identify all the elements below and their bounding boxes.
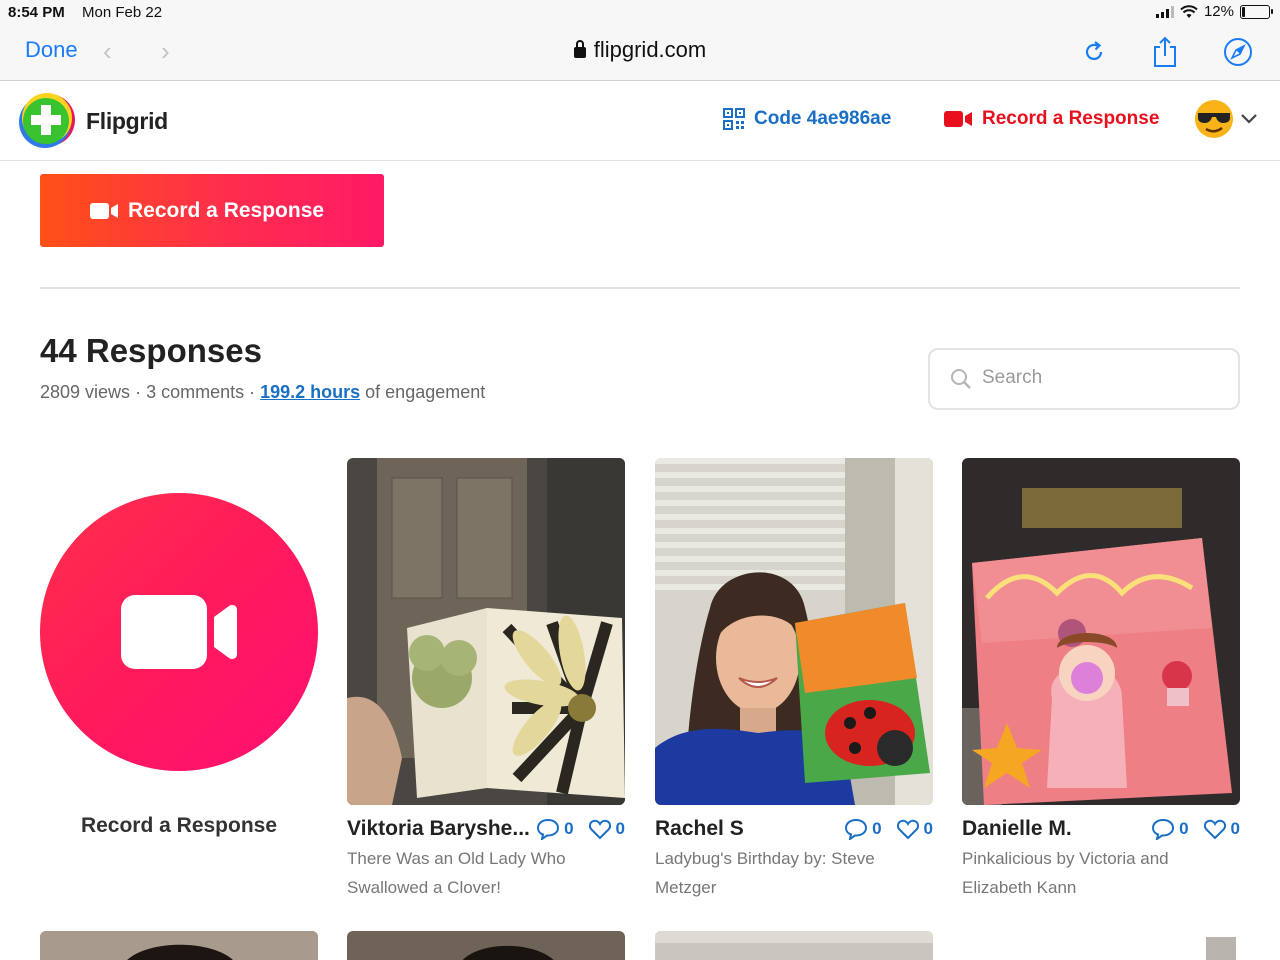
video-camera-icon	[121, 595, 237, 669]
response-author[interactable]: Viktoria Baryshe...	[347, 817, 530, 841]
response-thumbnail[interactable]	[962, 458, 1240, 805]
engagement-stats: 2809 views · 3 comments · 199.2 hours of…	[40, 382, 486, 402]
comment-icon[interactable]	[1151, 818, 1175, 840]
response-description: Ladybug's Birthday by: Steve Metzger	[655, 849, 875, 897]
record-response-label: Record a Response	[128, 198, 325, 222]
flipgrid-logo[interactable]	[18, 91, 76, 149]
like-count: 0	[923, 819, 933, 838]
response-counts: 0 0	[536, 818, 625, 840]
section-divider	[40, 287, 1240, 289]
site-header: Flipgrid Code 4ae986ae Record a Response	[0, 81, 1280, 161]
video-camera-icon	[944, 111, 972, 127]
response-thumbnail[interactable]	[1206, 931, 1240, 960]
record-response-button[interactable]: Record a Response	[40, 174, 384, 247]
join-code-text: Code 4ae986ae	[754, 108, 892, 129]
heart-icon[interactable]	[896, 818, 920, 840]
join-code-link[interactable]: Code 4ae986ae	[723, 108, 891, 130]
search-field[interactable]	[928, 348, 1240, 410]
qr-code-icon	[723, 108, 745, 130]
response-thumbnail[interactable]	[655, 458, 933, 805]
search-icon	[951, 369, 971, 389]
views-count: 2809 views	[40, 382, 131, 402]
video-camera-icon	[90, 202, 118, 219]
response-thumbnail[interactable]	[347, 931, 625, 960]
url-text: flipgrid.com	[593, 37, 707, 62]
response-counts: 0 0	[844, 818, 933, 840]
status-indicators: 12%	[1155, 3, 1273, 20]
signal-icon	[1155, 5, 1174, 18]
heart-icon[interactable]	[1203, 818, 1227, 840]
record-response-tile-label[interactable]: Record a Response	[40, 814, 318, 838]
status-time: 8:54 PM	[8, 4, 65, 21]
responses-title: 44 Responses	[40, 332, 262, 369]
browser-toolbar: Done ‹ › flipgrid.com	[0, 24, 1280, 81]
comment-count: 0	[872, 819, 882, 838]
status-date: Mon Feb 22	[82, 4, 163, 21]
avatar	[1195, 100, 1233, 138]
response-thumbnail[interactable]	[347, 458, 625, 805]
response-thumbnail[interactable]	[40, 931, 318, 960]
comments-count: 3 comments	[146, 382, 245, 402]
response-description: There Was an Old Lady Who Swallowed a Cl…	[347, 849, 566, 897]
header-record-label: Record a Response	[982, 108, 1160, 129]
brand-name[interactable]: Flipgrid	[86, 108, 168, 135]
comment-icon[interactable]	[844, 818, 868, 840]
compass-icon[interactable]	[1218, 32, 1258, 72]
wifi-icon	[1180, 4, 1198, 18]
reload-icon[interactable]	[1074, 32, 1114, 72]
like-count: 0	[1230, 819, 1240, 838]
share-icon[interactable]	[1145, 32, 1185, 72]
engagement-hours-link[interactable]: 199.2 hours	[260, 382, 360, 402]
heart-icon[interactable]	[588, 818, 612, 840]
lock-icon	[573, 40, 586, 58]
response-author[interactable]: Rachel S	[655, 817, 744, 841]
response-description: Pinkalicious by Victoria and Elizabeth K…	[962, 849, 1169, 897]
response-counts: 0 0	[1151, 818, 1240, 840]
comment-icon[interactable]	[536, 818, 560, 840]
battery-icon	[1240, 4, 1273, 19]
status-bar: 8:54 PM Mon Feb 22 12%	[0, 0, 1280, 24]
battery-percent: 12%	[1203, 3, 1234, 20]
user-menu[interactable]	[1193, 98, 1257, 140]
response-thumbnail[interactable]	[655, 931, 933, 960]
response-author[interactable]: Danielle M.	[962, 817, 1072, 841]
comment-count: 0	[1179, 819, 1189, 838]
search-input[interactable]	[982, 367, 1222, 389]
like-count: 0	[615, 819, 625, 838]
record-response-tile[interactable]	[40, 493, 318, 771]
header-record-button[interactable]: Record a Response	[944, 108, 1159, 130]
chevron-down-icon	[1241, 114, 1257, 124]
comment-count: 0	[564, 819, 574, 838]
